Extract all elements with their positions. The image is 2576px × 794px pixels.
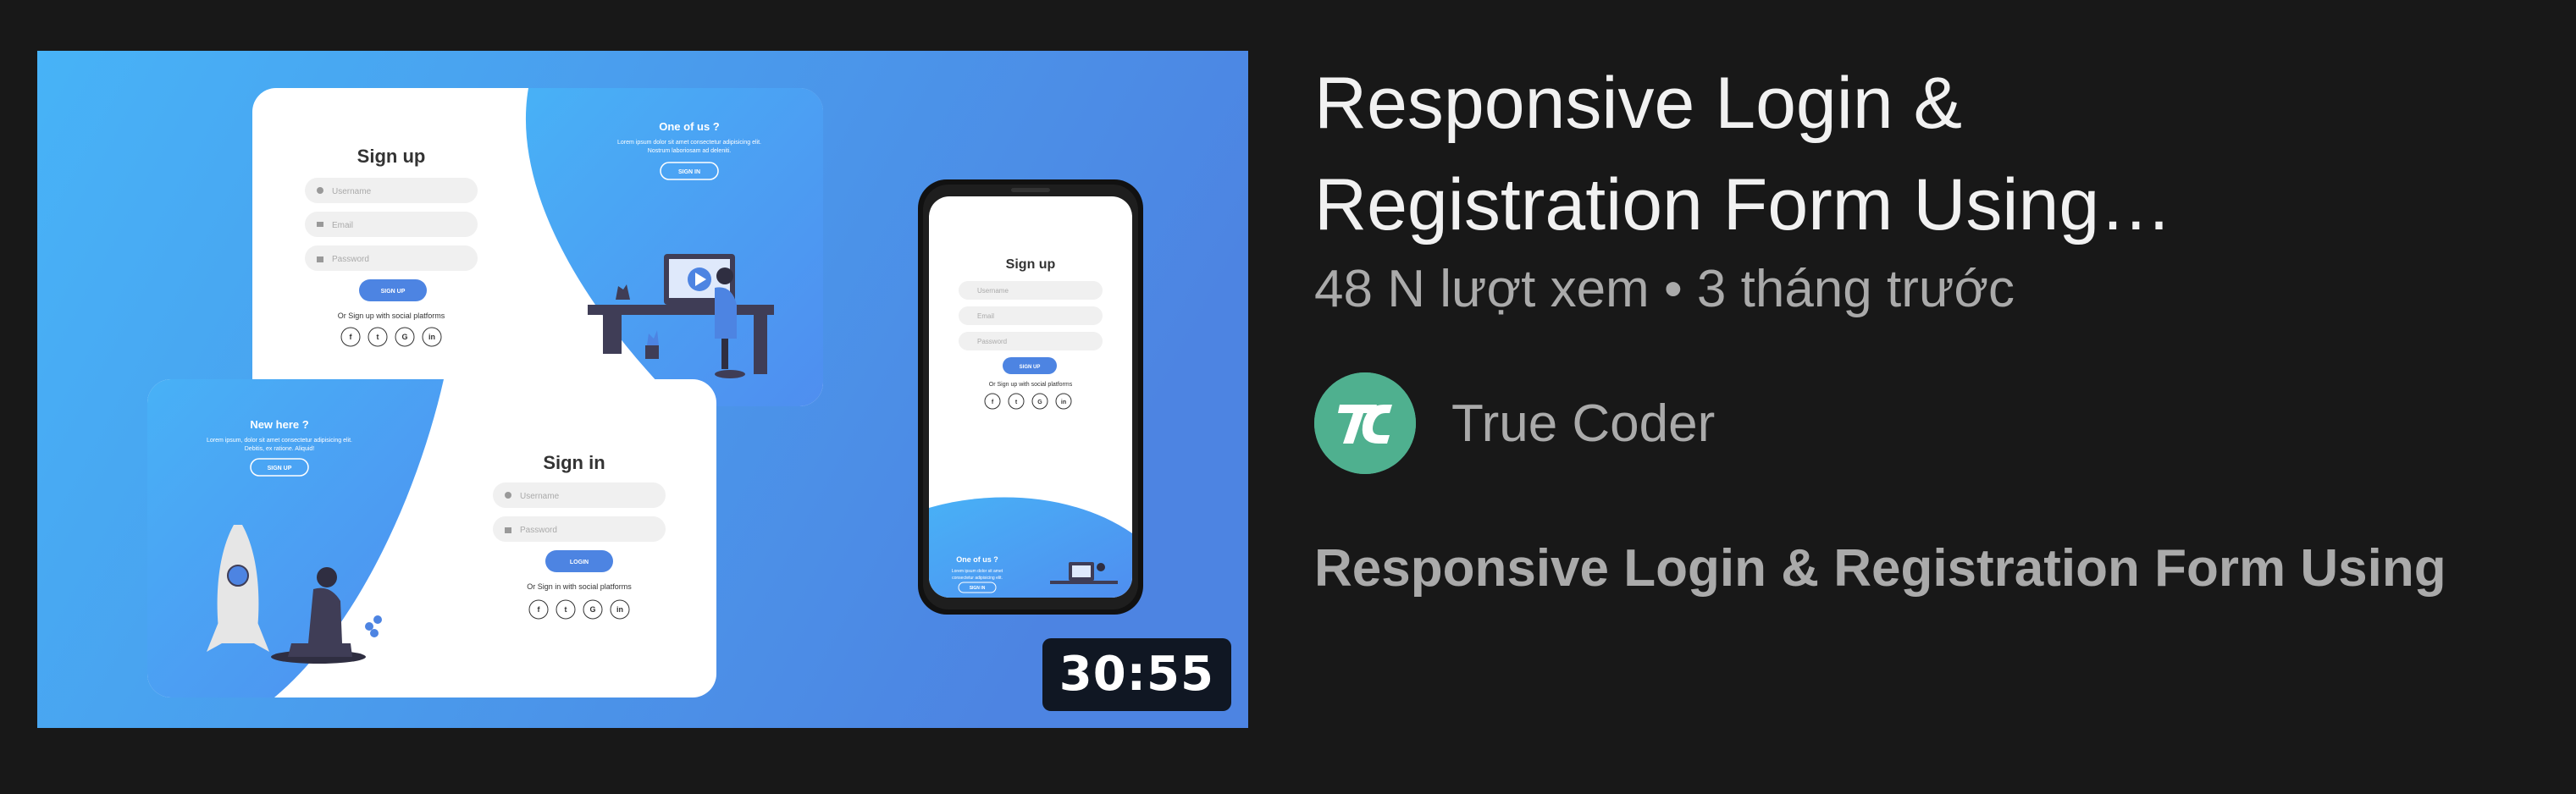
svg-text:G: G (401, 333, 407, 341)
phone-preview: Sign up Username Email Password SIGN UP … (918, 179, 1143, 615)
svg-text:LOGIN: LOGIN (570, 560, 589, 565)
channel-link[interactable]: True Coder (1314, 372, 1715, 474)
svg-text:Sign up: Sign up (1006, 257, 1056, 272)
svg-text:SIGN UP: SIGN UP (268, 466, 292, 471)
svg-text:Email: Email (977, 312, 994, 320)
svg-text:Lorem ipsum dolor sit amet con: Lorem ipsum dolor sit amet consectetur a… (617, 140, 761, 146)
svg-text:SIGN IN: SIGN IN (970, 586, 986, 591)
svg-text:G: G (1037, 400, 1042, 405)
svg-text:Sign in: Sign in (543, 452, 605, 473)
svg-text:t: t (377, 333, 379, 341)
video-thumbnail[interactable]: One of us ? Lorem ipsum dolor sit amet c… (37, 51, 1248, 728)
svg-text:in: in (1061, 400, 1066, 405)
svg-text:Or Sign up with social platfor: Or Sign up with social platforms (338, 312, 445, 320)
svg-text:Debitis, ex ratione. Aliquid!: Debitis, ex ratione. Aliquid! (245, 446, 315, 452)
signup-panel-button: SIGN IN (678, 169, 700, 175)
signup-card-preview: One of us ? Lorem ipsum dolor sit amet c… (252, 88, 823, 406)
signin-card-preview: New here ? Lorem ipsum, dolor sit amet c… (147, 379, 716, 698)
svg-text:SIGN UP: SIGN UP (381, 289, 406, 295)
svg-text:Or Sign up with social platfor: Or Sign up with social platforms (989, 382, 1073, 388)
svg-text:t: t (565, 605, 567, 614)
svg-text:New here ?: New here ? (250, 418, 308, 431)
video-description-snippet: Responsive Login & Registration Form Usi… (1314, 539, 2446, 598)
svg-text:consectetur adipisicing elit.: consectetur adipisicing elit. (952, 576, 1003, 581)
video-result-row[interactable]: One of us ? Lorem ipsum dolor sit amet c… (0, 0, 2576, 794)
thumbnail-image: One of us ? Lorem ipsum dolor sit amet c… (37, 51, 1248, 728)
svg-text:Password: Password (332, 255, 369, 264)
svg-text:Username: Username (977, 287, 1009, 295)
upload-age: 3 tháng trước (1696, 260, 2015, 318)
svg-text:Or Sign in with social platfor: Or Sign in with social platforms (527, 582, 632, 591)
view-count: 48 N lượt xem (1314, 260, 1650, 318)
svg-text:Email: Email (332, 221, 353, 230)
svg-text:Lorem ipsum dolor sit amet: Lorem ipsum dolor sit amet (952, 569, 1003, 574)
signup-panel-heading: One of us ? (659, 120, 720, 133)
signup-title: Sign up (357, 146, 426, 167)
channel-logo-icon (1314, 372, 1416, 474)
svg-text:Password: Password (977, 338, 1007, 345)
video-info: Responsive Login & Registration Form Usi… (1314, 52, 2534, 598)
svg-text:Lorem ipsum, dolor sit amet co: Lorem ipsum, dolor sit amet consectetur … (207, 438, 352, 444)
duration-badge: 30:55 (1042, 638, 1231, 711)
video-title[interactable]: Responsive Login & Registration Form Usi… (1314, 52, 2246, 256)
svg-text:Username: Username (520, 492, 560, 501)
svg-text:Username: Username (332, 187, 372, 196)
meta-separator: • (1663, 260, 1683, 318)
svg-text:SIGN UP: SIGN UP (1020, 365, 1041, 370)
channel-name[interactable]: True Coder (1451, 394, 1715, 454)
svg-text:G: G (589, 605, 595, 614)
svg-text:One of us ?: One of us ? (956, 555, 998, 564)
svg-text:in: in (616, 605, 623, 614)
channel-avatar[interactable] (1314, 372, 1416, 474)
svg-text:Password: Password (520, 526, 557, 535)
video-metadata: 48 N lượt xem • 3 tháng trước (1314, 256, 2534, 323)
svg-text:Nostrum laboriosam ad deleniti: Nostrum laboriosam ad deleniti. (648, 148, 731, 154)
svg-text:in: in (428, 333, 435, 341)
